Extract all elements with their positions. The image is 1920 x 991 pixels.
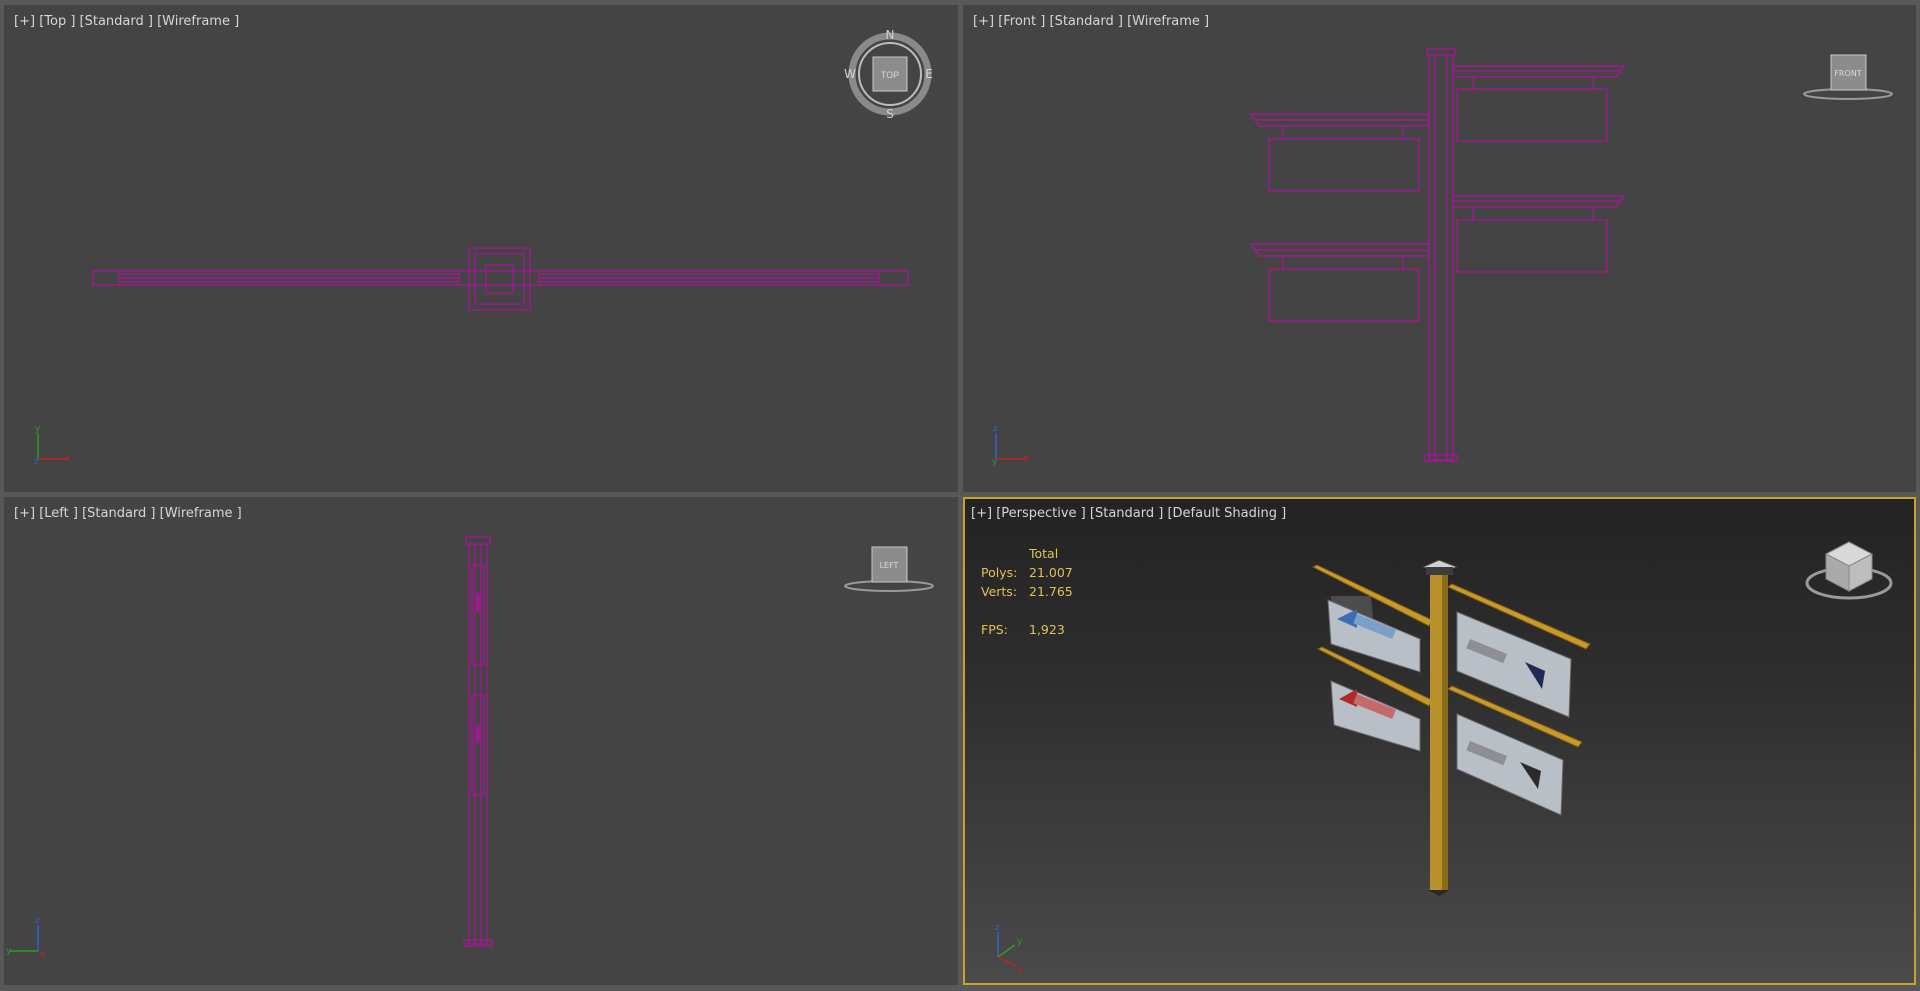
axis-z-label: z bbox=[34, 457, 39, 467]
compass-west: W bbox=[844, 67, 856, 81]
axis-tripod: y x z bbox=[34, 424, 71, 467]
viewcube[interactable]: LEFT bbox=[844, 546, 934, 592]
viewport-front[interactable]: [+] [Front ] [Standard ] [Wireframe ] FR… bbox=[963, 5, 1916, 492]
axis-x-label: x bbox=[65, 454, 71, 464]
compass-east: E bbox=[925, 67, 933, 81]
viewcube-face-label: FRONT bbox=[1834, 69, 1861, 78]
axis-y-label: y bbox=[992, 457, 998, 467]
axis-z-label: z bbox=[35, 916, 40, 926]
axis-x-label: x bbox=[1018, 966, 1024, 976]
signpost-shaded-model bbox=[1311, 559, 1591, 896]
compass-north: N bbox=[886, 28, 895, 42]
axis-y-label: y bbox=[35, 424, 41, 434]
axis-x-label: x bbox=[40, 949, 46, 959]
viewport-top[interactable]: [+] [Top ] [Standard ] [Wireframe ] TOP … bbox=[4, 5, 958, 492]
left-view-canvas: LEFT z y x bbox=[6, 536, 934, 959]
axis-y-label: y bbox=[1017, 937, 1023, 947]
front-view-canvas: FRONT z x y bbox=[992, 48, 1893, 467]
viewport-perspective[interactable]: [+] [Perspective ] [Standard ] [Default … bbox=[963, 497, 1916, 985]
viewcube-face-label: LEFT bbox=[880, 561, 899, 570]
axis-tripod: z y x bbox=[995, 923, 1024, 976]
axis-tripod: z y x bbox=[6, 916, 46, 959]
compass-gizmo[interactable]: TOP N E S W bbox=[844, 28, 933, 121]
compass-south: S bbox=[886, 107, 894, 121]
top-view-canvas: TOP N E S W y x z bbox=[34, 28, 933, 467]
viewcube[interactable] bbox=[1805, 541, 1893, 600]
signpost-wireframe-top bbox=[92, 247, 909, 311]
viewport-left[interactable]: [+] [Left ] [Standard ] [Wireframe ] LEF… bbox=[4, 497, 958, 985]
axis-y-label: y bbox=[6, 946, 12, 956]
axis-tripod: z x y bbox=[992, 424, 1029, 467]
viewcube[interactable]: FRONT bbox=[1803, 54, 1893, 100]
axis-x-label: x bbox=[1023, 454, 1029, 464]
compass-face-label: TOP bbox=[881, 70, 899, 80]
perspective-view-canvas: z y x bbox=[995, 541, 1893, 976]
axis-z-label: z bbox=[993, 424, 998, 434]
signpost-wireframe-left bbox=[463, 536, 493, 947]
axis-z-label: z bbox=[995, 923, 1000, 933]
signpost-wireframe-front bbox=[1249, 48, 1626, 462]
